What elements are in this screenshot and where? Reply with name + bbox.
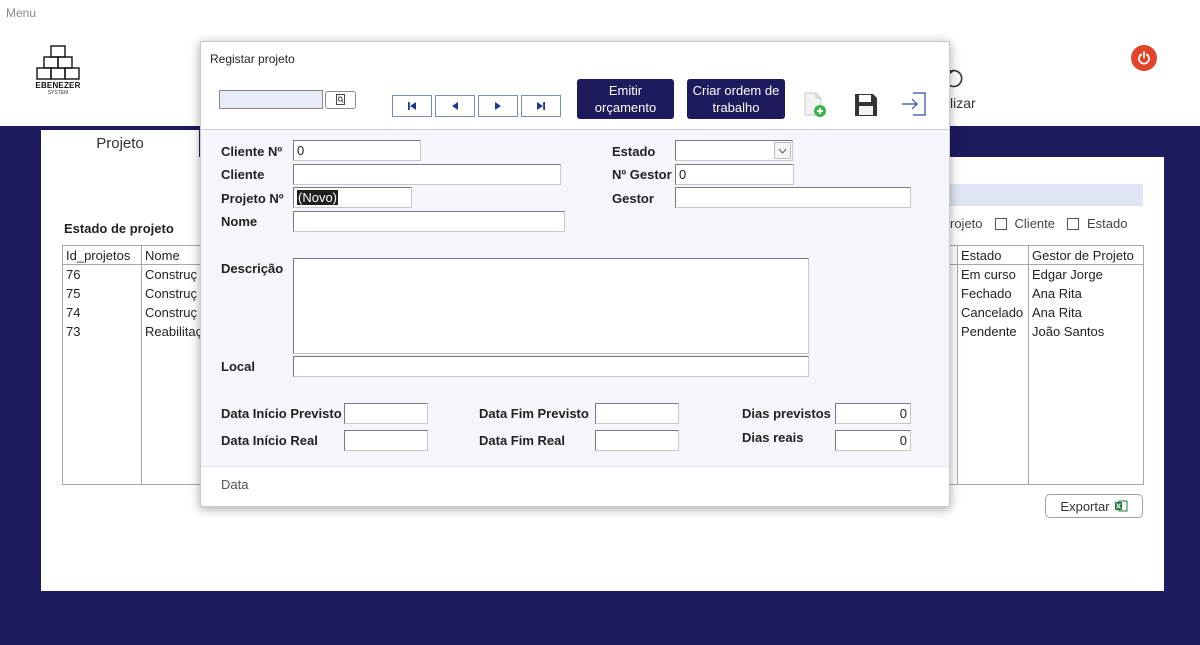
filter-options: rojeto Cliente Estado	[950, 216, 1127, 231]
table-row-gestor[interactable]: Ana Rita	[1032, 286, 1082, 301]
dias-reais-field[interactable]: 0	[835, 430, 911, 451]
new-document-icon[interactable]	[802, 89, 830, 119]
power-button[interactable]	[1131, 45, 1157, 71]
table-row-estado[interactable]: Fechado	[961, 286, 1012, 301]
projeto-no-value: (Novo)	[297, 190, 339, 205]
table-row-nome[interactable]: Construç	[145, 267, 203, 282]
gestor-no-field[interactable]: 0	[675, 164, 794, 185]
table-row-estado[interactable]: Em curso	[961, 267, 1016, 282]
data-fim-real-field[interactable]	[595, 430, 679, 451]
data-inicio-previsto-label: Data Início Previsto	[221, 406, 342, 421]
work-order-line1: Criar ordem de	[692, 83, 780, 98]
filter-estado-label[interactable]: Estado	[1087, 216, 1127, 231]
dias-previstos-label: Dias previstos	[742, 406, 831, 421]
projeto-no-field[interactable]: (Novo)	[293, 187, 412, 208]
export-button[interactable]: Exportar	[1045, 494, 1143, 518]
emit-quote-button[interactable]: Emitir orçamento	[577, 79, 674, 119]
nome-label: Nome	[221, 214, 258, 229]
filter-projeto-label[interactable]: rojeto	[950, 216, 983, 231]
cliente-no-field[interactable]: 0	[293, 140, 421, 161]
header-gestor[interactable]: Gestor de Projeto	[1032, 248, 1134, 263]
excel-icon	[1114, 500, 1128, 512]
table-row-id[interactable]: 76	[66, 267, 80, 282]
cubes-logo-icon	[36, 45, 80, 80]
dias-previstos-field[interactable]: 0	[835, 403, 911, 424]
export-label: Exportar	[1060, 498, 1110, 514]
create-work-order-button[interactable]: Criar ordem de trabalho	[687, 79, 785, 119]
table-row-nome[interactable]: Construç	[145, 286, 203, 301]
data-fim-real-label: Data Fim Real	[479, 433, 565, 448]
dialog-title: Registar projeto	[210, 52, 295, 66]
estado-select[interactable]	[675, 140, 793, 161]
emit-quote-line1: Emitir	[608, 83, 643, 98]
table-row-estado[interactable]: Pendente	[961, 324, 1017, 339]
tab-projeto[interactable]: Projeto	[41, 130, 199, 160]
exit-icon[interactable]	[900, 90, 928, 118]
power-icon	[1138, 51, 1150, 65]
gestor-label: Gestor	[612, 191, 654, 206]
logo-brand: EBENEZER	[35, 81, 81, 90]
filter-cliente-label[interactable]: Cliente	[1015, 216, 1055, 231]
data-inicio-previsto-field[interactable]	[344, 403, 428, 424]
form-area: Cliente Nº 0 Cliente Projeto Nº (Novo) N…	[201, 130, 949, 466]
last-record-button[interactable]	[521, 95, 561, 117]
data-inicio-real-label: Data Início Real	[221, 433, 318, 448]
cliente-label: Cliente	[221, 167, 265, 182]
table-row-gestor[interactable]: Ana Rita	[1032, 305, 1082, 320]
cliente-field[interactable]	[293, 164, 561, 185]
first-record-icon	[408, 102, 416, 110]
footer-divider	[201, 466, 949, 467]
company-logo: EBENEZER SYSTEM	[30, 44, 86, 96]
table-row-nome[interactable]: Reabilitaç	[145, 324, 203, 339]
search-button[interactable]	[325, 91, 356, 109]
first-record-button[interactable]	[392, 95, 432, 117]
filter-cliente-checkbox[interactable]	[994, 217, 1007, 230]
previous-record-button[interactable]	[435, 95, 475, 117]
projeto-no-label: Projeto Nº	[221, 191, 284, 206]
data-fim-previsto-field[interactable]	[595, 403, 679, 424]
estado-label: Estado	[612, 144, 656, 159]
dias-reais-label: Dias reais	[742, 430, 804, 445]
descricao-textarea[interactable]	[293, 258, 809, 354]
emit-quote-line2: orçamento	[594, 100, 657, 115]
register-project-dialog: Registar projeto Emitir orçamento Criar …	[200, 41, 950, 507]
menu-label[interactable]: Menu	[6, 6, 36, 20]
next-record-button[interactable]	[478, 95, 518, 117]
refresh-label[interactable]: lizar	[950, 95, 976, 111]
data-inicio-real-field[interactable]	[344, 430, 428, 451]
header-strip	[950, 184, 1143, 206]
record-search-input[interactable]	[219, 90, 323, 109]
descricao-label: Descrição	[221, 261, 284, 276]
next-record-icon	[495, 102, 501, 110]
section-title: Estado de projeto	[64, 221, 174, 236]
local-label: Local	[221, 359, 255, 374]
previous-record-icon	[452, 102, 458, 110]
table-row-gestor[interactable]: João Santos	[1032, 324, 1104, 339]
work-order-line2: trabalho	[712, 100, 760, 115]
chevron-down-icon[interactable]	[774, 142, 791, 159]
header-nome[interactable]: Nome	[145, 248, 203, 263]
local-field[interactable]	[293, 356, 809, 377]
header-id[interactable]: Id_projetos	[66, 248, 130, 263]
search-icon	[335, 94, 345, 105]
last-record-icon	[537, 102, 545, 110]
table-row-gestor[interactable]: Edgar Jorge	[1032, 267, 1103, 282]
gestor-field[interactable]	[675, 187, 911, 208]
table-row-id[interactable]: 73	[66, 324, 80, 339]
table-row-id[interactable]: 74	[66, 305, 80, 320]
footer-data-label: Data	[221, 477, 249, 492]
logo-sub: SYSTEM	[47, 90, 69, 96]
filter-estado-checkbox[interactable]	[1067, 217, 1079, 230]
cliente-no-label: Cliente Nº	[221, 144, 283, 159]
table-row-nome[interactable]: Construç	[145, 305, 203, 320]
header-estado[interactable]: Estado	[961, 248, 1001, 263]
table-row-estado[interactable]: Cancelado	[961, 305, 1023, 320]
gestor-no-label: Nº Gestor	[612, 167, 672, 182]
table-row-id[interactable]: 75	[66, 286, 80, 301]
nome-field[interactable]	[293, 211, 565, 232]
data-fim-previsto-label: Data Fim Previsto	[479, 406, 589, 421]
save-icon[interactable]	[853, 92, 879, 118]
